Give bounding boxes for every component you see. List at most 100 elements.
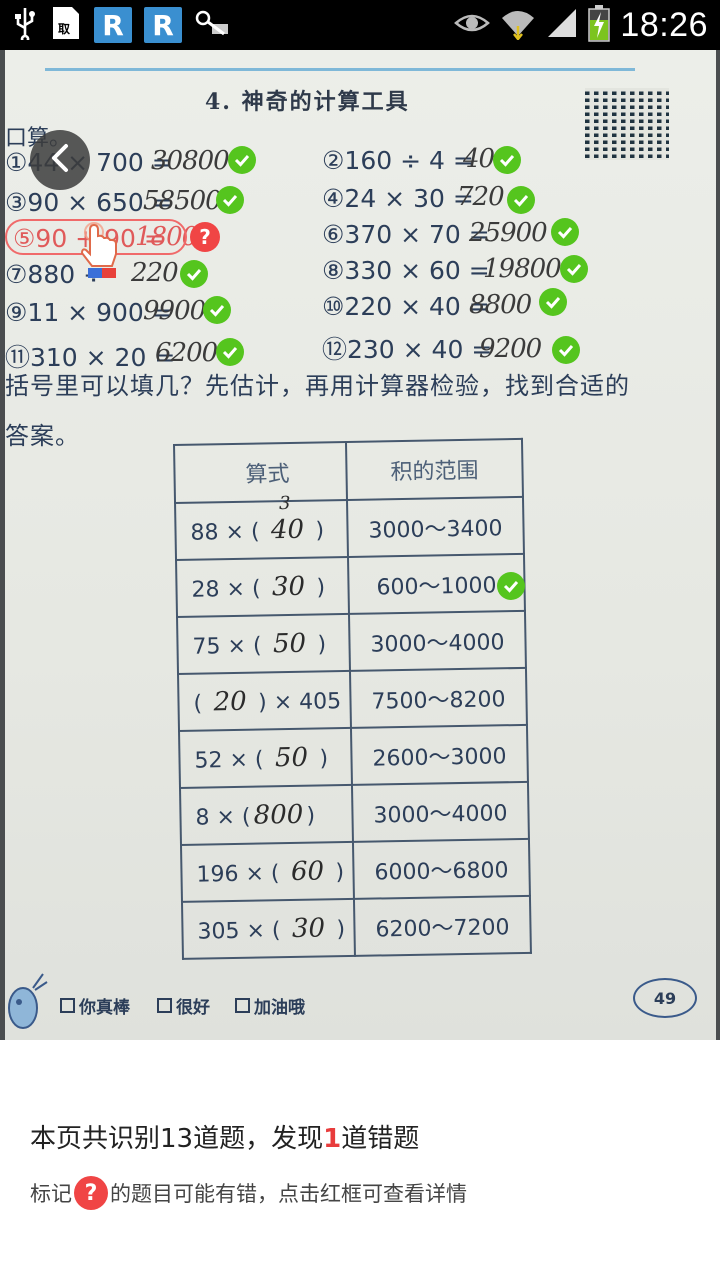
formula-suffix: ) bbox=[316, 574, 326, 601]
table-cell-range: 3000～4000 bbox=[351, 781, 529, 842]
formula-suffix: ) bbox=[317, 631, 327, 658]
correct-check-icon bbox=[180, 260, 208, 288]
table-cell-formula: 52 × (50) bbox=[179, 727, 352, 788]
hint-prefix: 标记 bbox=[30, 1182, 72, 1206]
correct-check-icon bbox=[560, 255, 588, 283]
correct-check-icon bbox=[228, 146, 256, 174]
table-row: 75 × ( 50) 3000～4000 bbox=[177, 610, 526, 674]
footer-checkbox-3: 加油哦 bbox=[235, 993, 305, 1018]
correct-check-icon bbox=[507, 186, 535, 214]
formula-prefix: 75 × ( bbox=[192, 632, 262, 660]
correct-check-icon bbox=[497, 572, 525, 600]
formula-prefix: 305 × ( bbox=[197, 917, 281, 945]
page-header-rule bbox=[45, 68, 635, 71]
checkbox-square bbox=[235, 998, 250, 1013]
table-row: 8 × (800) 3000～4000 bbox=[180, 781, 529, 845]
summary-prefix: 本页共识别13道题，发现 bbox=[30, 1124, 324, 1154]
formula-correction: 3 bbox=[278, 492, 291, 514]
hint-suffix: 的题目可能有错，点击红框可查看详情 bbox=[110, 1182, 467, 1206]
problem-10-label: ⑩220 × 40 = bbox=[322, 292, 490, 321]
problem-8-label: ⑧330 × 60 = bbox=[322, 256, 490, 285]
mascot-icon bbox=[5, 968, 49, 1038]
table-cell-formula: 28 × (30) bbox=[176, 556, 349, 617]
formula-answer: 50 bbox=[274, 742, 309, 773]
error-count: 1 bbox=[323, 1124, 342, 1154]
back-button[interactable] bbox=[30, 130, 90, 190]
correct-check-icon bbox=[216, 338, 244, 366]
checkbox-label: 你真棒 bbox=[79, 998, 130, 1018]
footer-checkbox-2: 很好 bbox=[157, 993, 210, 1018]
table-header-range: 积的范围 bbox=[345, 438, 523, 500]
instruction-line-2: 答案。 bbox=[5, 422, 80, 450]
problem-2-label: ②160 ÷ 4 = bbox=[322, 146, 474, 175]
table-cell-range: 6000～6800 bbox=[352, 838, 530, 899]
correct-check-icon bbox=[493, 146, 521, 174]
problem-12-answer: 9200 bbox=[479, 334, 542, 364]
problem-7-answer: 220 bbox=[131, 258, 179, 288]
svg-text:取: 取 bbox=[58, 22, 70, 36]
formula-suffix: ) bbox=[335, 859, 345, 885]
formula-answer: 20 bbox=[213, 686, 247, 717]
correct-check-icon bbox=[203, 296, 231, 324]
table-cell-formula: 8 × (800) bbox=[180, 784, 353, 845]
formula-answer: 3 40 bbox=[259, 492, 316, 545]
formula-prefix: 88 × ( bbox=[190, 519, 260, 546]
table-cell-range: 3000～4000 bbox=[348, 610, 526, 671]
checkbox-square bbox=[157, 998, 172, 1013]
r-app-icon: R bbox=[144, 7, 182, 43]
correct-check-icon bbox=[551, 218, 579, 246]
table-cell-formula: 75 × ( 50) bbox=[177, 613, 350, 674]
checkbox-label: 很好 bbox=[176, 998, 210, 1018]
page-number: 49 bbox=[633, 978, 697, 1018]
table-cell-formula: 305 × (30) bbox=[181, 898, 355, 959]
problem-3-answer: 58500 bbox=[143, 186, 222, 216]
error-question-icon[interactable]: ? bbox=[190, 222, 220, 252]
formula-suffix: ) bbox=[315, 517, 325, 544]
problem-6-label: ⑥370 × 70 = bbox=[322, 220, 490, 249]
wifi-icon bbox=[500, 6, 536, 44]
question-mark-icon: ? bbox=[74, 1176, 108, 1210]
table-row: 28 × (30) 600～1000 bbox=[176, 553, 525, 617]
problem-2-answer: 40 bbox=[463, 144, 495, 174]
table-row: 196 × ( 60) 6000～6800 bbox=[180, 838, 530, 902]
table-cell-range: 7500～8200 bbox=[349, 667, 527, 728]
eye-icon bbox=[454, 11, 491, 39]
problem-6-answer: 25900 bbox=[469, 218, 548, 248]
table-header-row: 算式 积的范围 bbox=[174, 438, 523, 503]
document-icon: 取 bbox=[50, 5, 82, 45]
formula-prefix: 8 × ( bbox=[195, 804, 251, 831]
formula-prefix: 52 × ( bbox=[194, 746, 264, 774]
qr-code-image bbox=[585, 88, 669, 160]
problem-1-answer: 30800 bbox=[151, 146, 230, 176]
problem-12-label: ⑫230 × 40 = bbox=[322, 335, 493, 364]
result-panel: 本页共识别13道题，发现1道错题 标记? 的题目可能有错，点击红框可查看详情 bbox=[0, 1040, 720, 1280]
summary-suffix: 道错题 bbox=[341, 1124, 420, 1154]
table-cell-range: 2600～3000 bbox=[350, 724, 528, 785]
formula-answer: 50 bbox=[272, 628, 307, 659]
result-summary: 本页共识别13道题，发现1道错题 bbox=[30, 1118, 419, 1155]
problem-9-answer: 9900 bbox=[143, 296, 206, 326]
table-cell-range: 3000～3400 bbox=[347, 496, 524, 557]
battery-charging-icon bbox=[588, 4, 611, 46]
tap-hand-icon bbox=[78, 220, 128, 282]
usb-icon bbox=[12, 6, 38, 44]
formula-answer: 30 bbox=[291, 912, 326, 944]
formula-suffix: ) bbox=[306, 803, 316, 829]
problem-10-answer: 8800 bbox=[469, 290, 532, 320]
table-row: (20) × 405 7500～8200 bbox=[178, 667, 527, 731]
table-cell-formula: 196 × ( 60) bbox=[180, 841, 354, 902]
signal-icon bbox=[546, 7, 578, 43]
formula-answer: 30 bbox=[271, 571, 306, 602]
footer-checkbox-1: 你真棒 bbox=[60, 993, 130, 1018]
formula-prefix: 196 × ( bbox=[196, 860, 280, 888]
formula-answer-value: 40 bbox=[270, 514, 305, 545]
formula-answer: 60 bbox=[290, 855, 325, 887]
table-row: 305 × (30) 6200～7200 bbox=[181, 895, 531, 959]
problem-4-label: ④24 × 30 = bbox=[322, 184, 474, 213]
correct-check-icon bbox=[216, 186, 244, 214]
table-cell-formula: 88 × (3 40) bbox=[175, 492, 348, 560]
problem-8-answer: 19800 bbox=[483, 254, 562, 284]
correct-check-icon bbox=[552, 336, 580, 364]
result-hint: 标记? 的题目可能有错，点击红框可查看详情 bbox=[30, 1176, 467, 1210]
status-bar: 取 R R 18:26 bbox=[0, 0, 720, 50]
